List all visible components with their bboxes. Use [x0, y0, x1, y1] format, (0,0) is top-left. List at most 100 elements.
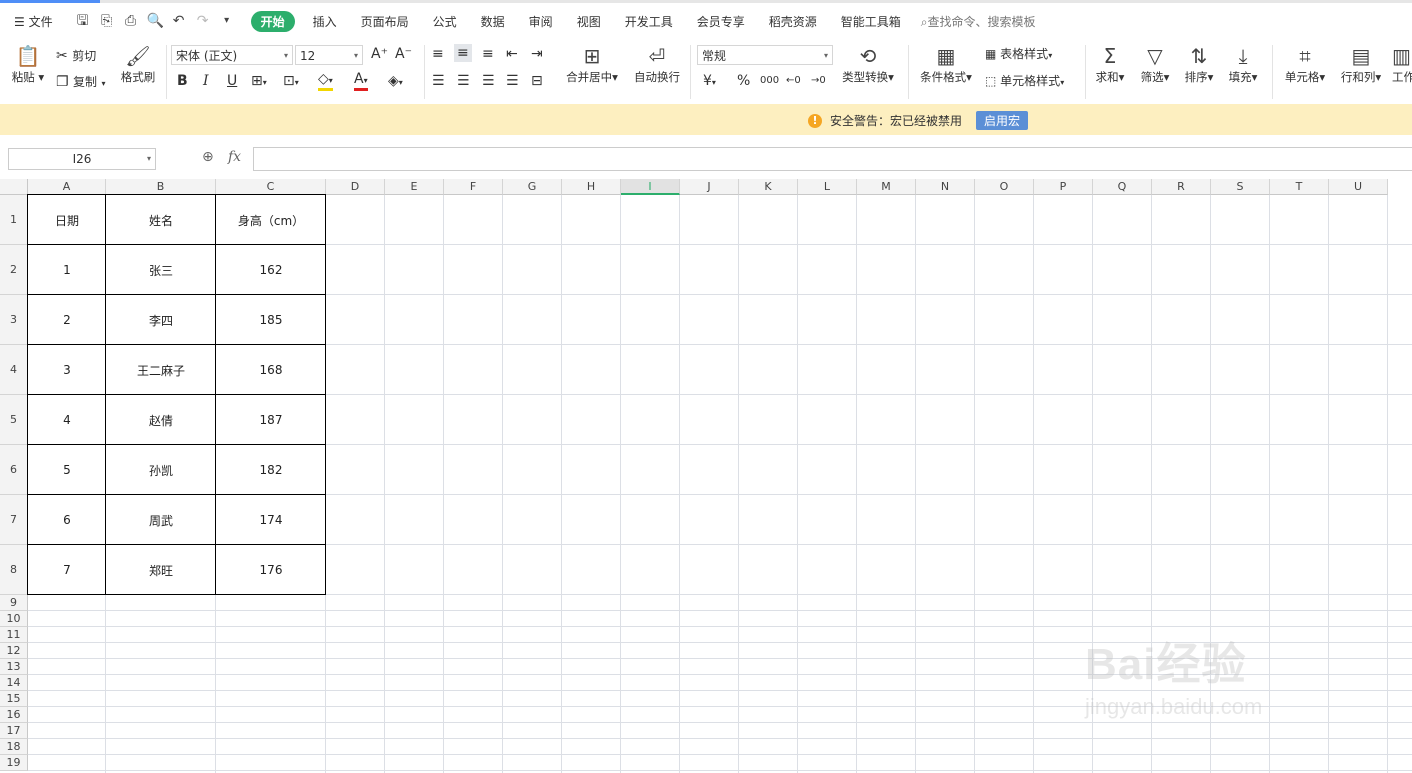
row-header-1[interactable]: 1: [0, 195, 28, 245]
column-header-M[interactable]: M: [857, 179, 916, 195]
tab-developer[interactable]: 开发工具: [613, 13, 685, 30]
column-header-N[interactable]: N: [916, 179, 975, 195]
row-header-2[interactable]: 2: [0, 245, 28, 295]
table-cell[interactable]: 7: [28, 545, 106, 595]
row-header-6[interactable]: 6: [0, 445, 28, 495]
tab-member[interactable]: 会员专享: [685, 13, 757, 30]
column-header-J[interactable]: J: [680, 179, 739, 195]
column-header-Q[interactable]: Q: [1093, 179, 1152, 195]
table-header-cell[interactable]: 身高（cm）: [216, 195, 326, 245]
wrap-text-button[interactable]: ⏎ 自动换行: [630, 43, 684, 85]
column-header-G[interactable]: G: [503, 179, 562, 195]
indent-decrease-icon[interactable]: ⇤: [506, 45, 518, 63]
decimal-increase-icon[interactable]: ←0: [786, 72, 801, 90]
command-search[interactable]: ⌕查找命令、搜索模板: [921, 13, 1036, 30]
enable-macro-button[interactable]: 启用宏: [976, 111, 1029, 130]
fx-icon[interactable]: fx: [228, 149, 241, 165]
fill-color-icon[interactable]: ◇▾: [318, 72, 333, 91]
formula-input[interactable]: [253, 147, 1412, 171]
column-header-B[interactable]: B: [106, 179, 216, 195]
type-convert-button[interactable]: ⟲ 类型转换▾: [838, 43, 898, 85]
print-preview-icon[interactable]: 🔍: [147, 13, 164, 29]
table-header-cell[interactable]: 姓名: [106, 195, 216, 245]
spreadsheet-grid[interactable]: A B C D E F G H I J K L M N O P Q R S T U 1 2 3 4 5 6 7 8 9 10 11 12 13 14…: [0, 179, 1412, 773]
table-cell[interactable]: 5: [28, 445, 106, 495]
align-bottom-icon[interactable]: ≡: [482, 45, 494, 63]
cell-button[interactable]: ⌗ 单元格▾: [1281, 43, 1329, 85]
table-cell[interactable]: 李四: [106, 295, 216, 345]
name-box[interactable]: I26 ▾: [8, 148, 156, 170]
row-header-7[interactable]: 7: [0, 495, 28, 545]
row-header-19[interactable]: 19: [0, 755, 28, 771]
merge-center-button[interactable]: ⊞ 合并居中▾: [562, 43, 622, 85]
undo-icon[interactable]: ↶: [171, 13, 187, 29]
distributed-icon[interactable]: ⊟: [531, 72, 543, 90]
table-cell[interactable]: 174: [216, 495, 326, 545]
column-header-R[interactable]: R: [1152, 179, 1211, 195]
row-header-3[interactable]: 3: [0, 295, 28, 345]
zoom-icon[interactable]: ⊕: [202, 149, 214, 165]
tab-home[interactable]: 开始: [250, 10, 295, 32]
column-header-T[interactable]: T: [1270, 179, 1329, 195]
column-header-L[interactable]: L: [798, 179, 857, 195]
table-cell[interactable]: 187: [216, 395, 326, 445]
row-header-15[interactable]: 15: [0, 691, 28, 707]
clear-icon[interactable]: ◈▾: [388, 72, 403, 92]
sum-button[interactable]: Σ 求和▾: [1092, 43, 1128, 85]
column-header-E[interactable]: E: [385, 179, 444, 195]
tab-toolbox[interactable]: 智能工具箱: [829, 13, 913, 30]
row-header-8[interactable]: 8: [0, 545, 28, 595]
table-cell[interactable]: 3: [28, 345, 106, 395]
decimal-decrease-icon[interactable]: →0: [811, 72, 826, 90]
table-cell[interactable]: 周武: [106, 495, 216, 545]
table-cell[interactable]: 2: [28, 295, 106, 345]
font-name-select[interactable]: 宋体 (正文) ▾: [171, 45, 293, 65]
table-cell[interactable]: 郑旺: [106, 545, 216, 595]
column-header-I[interactable]: I: [621, 179, 680, 195]
print-icon[interactable]: ⎙: [123, 13, 139, 29]
paste-button[interactable]: 📋 粘贴 ▾: [10, 43, 46, 85]
copy-button[interactable]: ❐ 复制 ▾: [56, 73, 106, 93]
cond-format-button[interactable]: ▦ 条件格式▾: [916, 43, 976, 85]
fill-button[interactable]: ⤓ 填充▾: [1224, 43, 1262, 85]
number-format-select[interactable]: 常规 ▾: [697, 45, 833, 65]
currency-icon[interactable]: ¥▾: [703, 72, 716, 92]
align-left-icon[interactable]: ☰: [432, 72, 445, 90]
cell-style-button[interactable]: ⬚ 单元格样式▾: [985, 72, 1064, 92]
export-icon[interactable]: ⎘: [99, 13, 115, 29]
tab-view[interactable]: 视图: [565, 13, 613, 30]
align-right-icon[interactable]: ☰: [482, 72, 495, 90]
format-painter-button[interactable]: 🖌 格式刷: [118, 43, 158, 85]
table-cell[interactable]: 赵倩: [106, 395, 216, 445]
table-cell[interactable]: 孙凯: [106, 445, 216, 495]
align-center-icon[interactable]: ☰: [457, 72, 470, 90]
row-header-14[interactable]: 14: [0, 675, 28, 691]
column-header-C[interactable]: C: [216, 179, 326, 195]
filter-button[interactable]: ▽ 筛选▾: [1137, 43, 1173, 85]
tab-docer[interactable]: 稻壳资源: [757, 13, 829, 30]
save-icon[interactable]: 🖫: [75, 13, 91, 29]
tab-review[interactable]: 审阅: [517, 13, 565, 30]
font-grow-icon[interactable]: A⁺: [371, 45, 388, 63]
table-cell[interactable]: 185: [216, 295, 326, 345]
border-icon[interactable]: ⊞▾: [251, 72, 267, 92]
row-header-18[interactable]: 18: [0, 739, 28, 755]
row-header-10[interactable]: 10: [0, 611, 28, 627]
tab-formulas[interactable]: 公式: [421, 13, 469, 30]
row-col-button[interactable]: ▤ 行和列▾: [1337, 43, 1385, 85]
bold-icon[interactable]: B: [177, 72, 188, 90]
justify-icon[interactable]: ☰: [506, 72, 519, 90]
font-size-select[interactable]: 12 ▾: [295, 45, 363, 65]
column-header-K[interactable]: K: [739, 179, 798, 195]
table-cell[interactable]: 1: [28, 245, 106, 295]
row-header-13[interactable]: 13: [0, 659, 28, 675]
table-cell[interactable]: 176: [216, 545, 326, 595]
table-header-cell[interactable]: 日期: [28, 195, 106, 245]
column-header-P[interactable]: P: [1034, 179, 1093, 195]
thousands-icon[interactable]: 000: [760, 72, 779, 90]
table-style-button[interactable]: ▦ 表格样式▾: [985, 45, 1052, 65]
select-all-corner[interactable]: [0, 179, 28, 195]
indent-increase-icon[interactable]: ⇥: [531, 45, 543, 63]
table-cell[interactable]: 182: [216, 445, 326, 495]
column-header-H[interactable]: H: [562, 179, 621, 195]
